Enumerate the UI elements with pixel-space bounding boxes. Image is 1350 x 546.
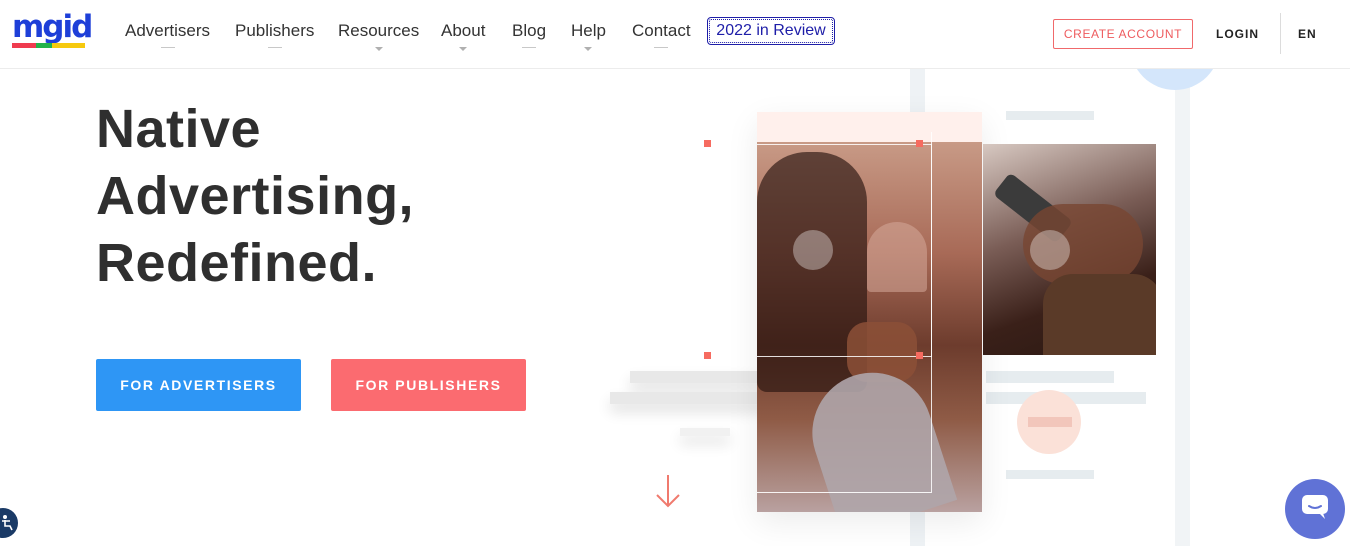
nav-underline <box>654 47 669 48</box>
handle-square <box>916 352 923 359</box>
nav-underline <box>522 47 537 48</box>
selection-frame <box>757 132 932 493</box>
nav-contact[interactable]: Contact <box>632 21 691 48</box>
placeholder-bar <box>1006 470 1094 479</box>
handle-square <box>704 140 711 147</box>
language-selector[interactable]: EN <box>1298 27 1317 41</box>
create-account-button[interactable]: CREATE ACCOUNT <box>1053 19 1193 49</box>
placeholder-bar <box>1028 417 1072 427</box>
nav-advertisers-label: Advertisers <box>125 21 211 40</box>
nav-publishers[interactable]: Publishers <box>235 21 315 48</box>
mgid-logo[interactable]: mgid <box>12 9 93 49</box>
headline-line-3: Redefined. <box>96 233 378 293</box>
decorative-circle <box>793 230 833 270</box>
for-advertisers-button[interactable]: FOR ADVERTISERS <box>96 359 301 411</box>
year-in-review-button[interactable]: 2022 in Review <box>707 17 835 45</box>
floating-bar <box>630 371 767 383</box>
headline-line-2: Advertising, <box>96 166 415 226</box>
nav-help[interactable]: Help <box>571 21 606 51</box>
nav-resources-label: Resources <box>338 21 420 40</box>
nav-advertisers[interactable]: Advertisers <box>125 21 211 48</box>
chevron-down-icon <box>374 47 383 51</box>
logo-bar-yellow <box>52 43 85 48</box>
placeholder-bar <box>1006 111 1094 120</box>
chat-icon <box>1302 495 1328 519</box>
handle-square <box>916 140 923 147</box>
nav-underline <box>267 47 282 48</box>
arrow-down-icon[interactable] <box>653 473 683 509</box>
accessibility-icon <box>2 515 13 531</box>
chat-widget-button[interactable] <box>1285 479 1345 539</box>
nav-about-label: About <box>441 21 486 40</box>
nav-help-label: Help <box>571 21 606 40</box>
logo-bar-green <box>36 43 52 48</box>
chevron-down-icon <box>584 47 593 51</box>
logo-bar-red <box>12 43 36 48</box>
floating-bar <box>680 428 730 436</box>
nav-about[interactable]: About <box>441 21 486 51</box>
decorative-circle <box>1030 230 1070 270</box>
nav-underline <box>160 47 175 48</box>
hero-illustration <box>590 28 1350 546</box>
nav-contact-label: Contact <box>632 21 691 40</box>
site-header: mgid Advertisers Publishers Resources Ab… <box>0 0 1350 69</box>
nav-blog-label: Blog <box>512 21 547 40</box>
accessibility-button[interactable] <box>0 508 18 538</box>
logo-text: mgid <box>12 9 93 45</box>
nav-blog[interactable]: Blog <box>512 21 547 48</box>
hero-headline: Native Advertising, Redefined. <box>96 96 414 297</box>
chevron-down-icon <box>459 47 468 51</box>
background-column <box>1175 68 1190 546</box>
nav-resources[interactable]: Resources <box>338 21 420 51</box>
for-publishers-button[interactable]: FOR PUBLISHERS <box>331 359 526 411</box>
photo-pot <box>1043 274 1156 355</box>
header-divider <box>1280 13 1281 54</box>
placeholder-bar <box>986 371 1114 383</box>
handle-square <box>704 352 711 359</box>
headline-line-1: Native <box>96 99 262 159</box>
login-link[interactable]: LOGIN <box>1216 27 1259 41</box>
nav-publishers-label: Publishers <box>235 21 315 40</box>
